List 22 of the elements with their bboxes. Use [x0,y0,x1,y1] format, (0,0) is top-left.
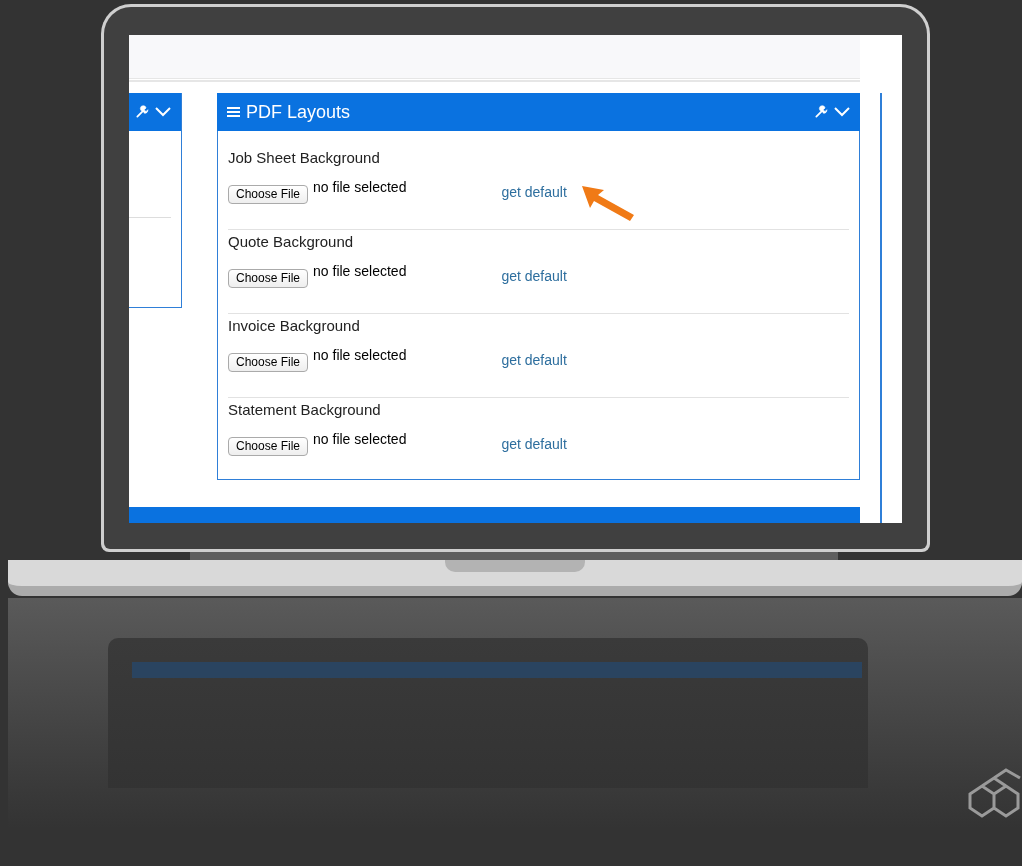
chevron-down-icon[interactable] [155,107,171,117]
menu-icon[interactable] [227,106,240,118]
get-default-link[interactable]: get default [501,349,567,371]
file-status: no file selected [313,345,407,365]
file-status: no file selected [313,429,407,449]
file-status: no file selected [313,177,407,197]
panel-title: PDF Layouts [246,100,351,124]
choose-file-button[interactable]: Choose File [228,436,309,456]
wrench-icon[interactable] [135,105,149,119]
wrench-icon[interactable] [814,105,828,119]
file-status: no file selected [313,261,407,281]
get-default-link[interactable]: get default [501,181,567,203]
choose-file-button[interactable]: Choose File [228,184,309,204]
choose-file-button[interactable]: Choose File [228,352,309,372]
field-label: Invoice Background [228,316,361,336]
chevron-down-icon[interactable] [834,107,850,117]
field-label: Job Sheet Background [228,148,381,168]
get-default-link[interactable]: get default [501,265,567,287]
field-label: Quote Background [228,232,355,252]
field-label: Statement Background [228,400,382,420]
choose-file-button[interactable]: Choose File [228,268,309,288]
get-default-link[interactable]: get default [501,433,567,455]
